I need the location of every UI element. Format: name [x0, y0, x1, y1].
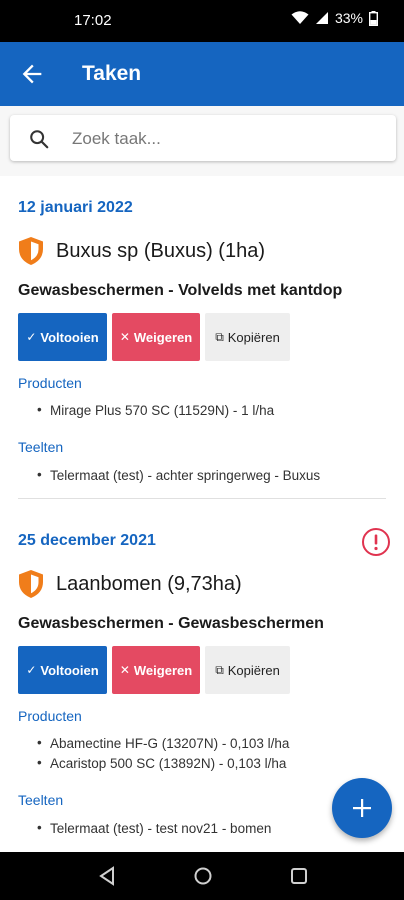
crops-label: Teelten: [18, 792, 64, 808]
divider: [18, 498, 386, 499]
search-icon: [30, 130, 49, 149]
battery-percent: 33%: [334, 10, 363, 26]
status-time: 17:02: [74, 12, 112, 29]
refuse-button[interactable]: ✕ Weigeren: [112, 313, 200, 361]
task-list[interactable]: 12 januari 2022 Buxus sp (Buxus) (1ha) G…: [0, 176, 404, 852]
alert-icon[interactable]: [361, 527, 391, 557]
close-icon: ✕: [119, 330, 130, 344]
shield-icon: [19, 570, 43, 598]
signal-icon: [315, 12, 328, 24]
close-icon: ✕: [119, 663, 130, 677]
search-box[interactable]: [10, 115, 396, 161]
status-icons: 33%: [291, 10, 378, 26]
check-icon: ✓: [26, 663, 37, 677]
system-nav-bar: [0, 852, 404, 900]
page-title: Taken: [82, 62, 142, 85]
task-name: Buxus sp (Buxus) (1ha): [56, 239, 265, 262]
nav-home-icon[interactable]: [193, 866, 213, 886]
battery-icon: [369, 10, 378, 26]
task-date: 25 december 2021: [18, 532, 156, 549]
crop-item: Telermaat (test) - achter springerweg - …: [37, 467, 320, 483]
shield-icon: [19, 237, 43, 265]
product-item: Abamectine HF-G (13207N) - 0,103 l/ha: [37, 735, 289, 751]
product-item: Acaristop 500 SC (13892N) - 0,103 l/ha: [37, 755, 286, 771]
task-operation: Gewasbeschermen - Gewasbeschermen: [18, 615, 324, 632]
complete-button[interactable]: ✓ Voltooien: [18, 646, 107, 694]
app-bar: Taken: [0, 42, 404, 106]
back-arrow-icon[interactable]: [18, 60, 46, 88]
search-area: [0, 106, 404, 176]
plus-icon: [353, 799, 371, 817]
crops-label: Teelten: [18, 439, 64, 455]
copy-button[interactable]: ⧉ Kopiëren: [205, 646, 290, 694]
add-task-button[interactable]: [332, 778, 392, 838]
search-input[interactable]: [70, 125, 374, 153]
copy-icon: ⧉: [215, 329, 224, 344]
copy-icon: ⧉: [215, 662, 224, 677]
nav-back-icon[interactable]: [98, 866, 116, 886]
refuse-button[interactable]: ✕ Weigeren: [112, 646, 200, 694]
nav-recents-icon[interactable]: [290, 866, 308, 886]
status-bar: 17:02 33%: [0, 0, 404, 42]
products-label: Producten: [18, 708, 82, 724]
crop-item: Telermaat (test) - test nov21 - bomen: [37, 820, 271, 836]
copy-button[interactable]: ⧉ Kopiëren: [205, 313, 290, 361]
check-icon: ✓: [26, 330, 37, 344]
task-operation: Gewasbeschermen - Volvelds met kantdop: [18, 282, 343, 299]
task-header: Laanbomen (9,73ha): [18, 569, 242, 599]
complete-button[interactable]: ✓ Voltooien: [18, 313, 107, 361]
wifi-icon: [291, 11, 309, 24]
task-header: Buxus sp (Buxus) (1ha): [18, 236, 265, 266]
product-item: Mirage Plus 570 SC (11529N) - 1 l/ha: [37, 402, 274, 418]
task-name: Laanbomen (9,73ha): [56, 572, 242, 595]
task-date: 12 januari 2022: [18, 199, 133, 216]
products-label: Producten: [18, 375, 82, 391]
